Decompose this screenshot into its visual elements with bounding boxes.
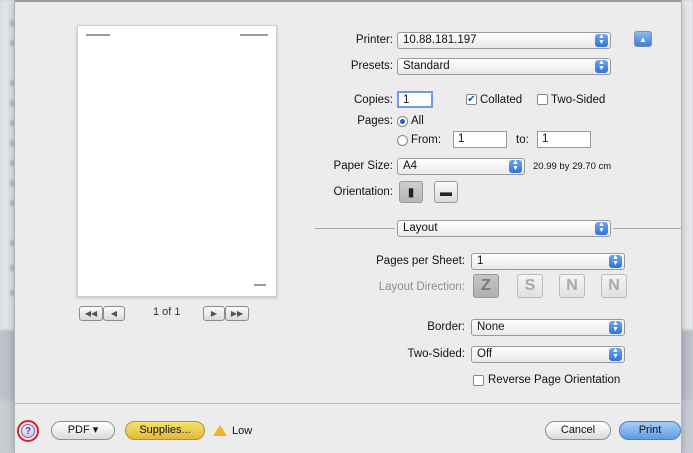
layout-direction-n-button[interactable]: N — [559, 274, 585, 298]
supplies-low-status: Low — [232, 425, 253, 437]
page-preview — [77, 25, 277, 297]
collated-checkbox[interactable]: ✔ — [466, 94, 477, 105]
section-select[interactable]: Layout ▲ ▼ — [397, 220, 611, 237]
copies-input[interactable]: 1 — [397, 91, 433, 108]
popup-arrows-icon: ▲ ▼ — [595, 59, 608, 73]
pages-label: Pages: — [357, 115, 393, 127]
portrait-orientation-button[interactable]: ▮ — [399, 181, 423, 203]
print-button[interactable]: Print — [619, 421, 681, 440]
pages-all-label: All — [411, 115, 424, 127]
collated-label: Collated — [480, 94, 523, 106]
popup-arrows-icon: ▲ ▼ — [595, 33, 608, 47]
border-value: None — [477, 321, 505, 333]
paper-size-select[interactable]: A4 ▲ ▼ — [397, 158, 525, 175]
section-value: Layout — [403, 222, 438, 234]
two-sided-checkbox[interactable] — [537, 94, 548, 105]
pages-from-label: From: — [411, 134, 442, 146]
border-select[interactable]: None ▲ ▼ — [471, 319, 625, 336]
layout-direction-n-reverse-button[interactable]: N — [601, 274, 627, 298]
printer-label: Printer: — [355, 34, 393, 46]
popup-arrows-icon: ▲ ▼ — [509, 159, 522, 173]
printer-select[interactable]: 10.88.181.197 ▲ ▼ — [397, 32, 611, 49]
pages-per-sheet-label: Pages per Sheet: — [376, 255, 465, 267]
pages-to-label: to: — [516, 134, 529, 146]
popup-arrows-icon: ▲ ▼ — [595, 221, 608, 235]
help-button[interactable]: ? — [21, 424, 35, 438]
border-label: Border: — [427, 321, 465, 333]
pages-all-radio[interactable] — [397, 116, 408, 127]
section-separator-right — [613, 228, 681, 229]
presets-select[interactable]: Standard ▲ ▼ — [397, 58, 611, 75]
print-dialog: ◀◀ ◀ 1 of 1 ▶ ▶▶ Printer: 10.88.181.197 … — [14, 0, 682, 453]
two-sided-mode-label: Two-Sided: — [407, 348, 465, 360]
two-sided-label: Two-Sided — [551, 94, 606, 106]
pages-to-input[interactable]: 1 — [537, 131, 591, 148]
portrait-person-icon: ▮ — [407, 185, 415, 199]
layout-direction-z-button[interactable]: Z — [473, 274, 499, 298]
help-highlight-circle: ? — [17, 420, 39, 442]
pages-from-radio[interactable] — [397, 135, 408, 146]
presets-label: Presets: — [350, 60, 393, 72]
pdf-menu-button[interactable]: PDF ▾ — [51, 421, 115, 440]
pages-per-sheet-select[interactable]: 1 ▲ ▼ — [471, 253, 625, 270]
popup-arrows-icon: ▲ ▼ — [609, 320, 622, 334]
two-sided-select[interactable]: Off ▲ ▼ — [471, 346, 625, 363]
layout-direction-label: Layout Direction: — [378, 281, 465, 293]
two-sided-value: Off — [477, 348, 493, 360]
supplies-button[interactable]: Supplies... — [125, 421, 205, 440]
popup-arrows-icon: ▲ ▼ — [609, 347, 622, 361]
cancel-button[interactable]: Cancel — [545, 421, 611, 440]
page-count: 1 of 1 — [153, 306, 181, 318]
disclosure-button[interactable]: ▲ — [634, 31, 652, 47]
pages-from-input[interactable]: 1 — [453, 131, 507, 148]
landscape-person-icon: ▬ — [440, 185, 452, 199]
next-page-button[interactable]: ▶ — [203, 306, 225, 321]
first-page-button[interactable]: ◀◀ — [79, 306, 103, 321]
warning-icon — [213, 425, 227, 436]
copies-label: Copies: — [354, 94, 393, 106]
layout-direction-s-button[interactable]: S — [517, 274, 543, 298]
previous-page-button[interactable]: ◀ — [103, 306, 125, 321]
section-separator-left — [315, 228, 395, 229]
paper-dimensions: 20.99 by 29.70 cm — [533, 161, 612, 172]
pages-per-sheet-value: 1 — [477, 255, 484, 267]
reverse-orientation-label: Reverse Page Orientation — [488, 374, 621, 386]
popup-arrows-icon: ▲ ▼ — [609, 254, 622, 268]
paper-size-label: Paper Size: — [333, 160, 393, 172]
last-page-button[interactable]: ▶▶ — [225, 306, 249, 321]
landscape-orientation-button[interactable]: ▬ — [434, 181, 458, 203]
reverse-orientation-checkbox[interactable] — [473, 375, 484, 386]
printer-value: 10.88.181.197 — [403, 34, 477, 46]
presets-value: Standard — [403, 60, 450, 72]
paper-size-value: A4 — [403, 160, 418, 172]
footer-separator — [14, 403, 680, 404]
orientation-label: Orientation: — [333, 186, 393, 198]
